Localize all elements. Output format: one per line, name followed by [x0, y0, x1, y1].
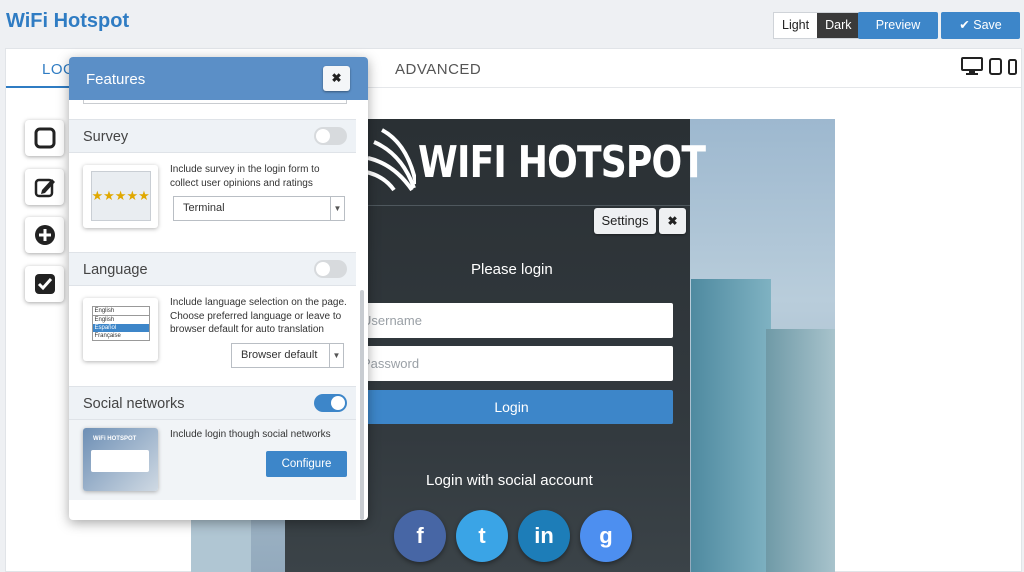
- building-image: [766, 329, 835, 572]
- add-icon: [34, 225, 55, 245]
- facebook-icon[interactable]: f: [394, 510, 446, 562]
- preview-button[interactable]: Preview: [858, 12, 938, 39]
- checkbox-icon: [34, 274, 55, 294]
- language-thumbnail: English English Español Française: [83, 298, 158, 361]
- settings-button[interactable]: Settings: [594, 208, 656, 234]
- save-label: Save: [973, 18, 1002, 32]
- survey-title: Survey: [83, 129, 129, 145]
- survey-select[interactable]: Terminal ▼: [173, 196, 345, 221]
- survey-toggle[interactable]: [314, 127, 347, 145]
- twitter-icon[interactable]: t: [456, 510, 508, 562]
- close-icon[interactable]: ✖: [323, 66, 350, 91]
- logo-divider: [365, 205, 690, 206]
- social-section-header: Social networks: [69, 386, 356, 420]
- building-image: [691, 279, 771, 572]
- social-toggle[interactable]: [314, 394, 347, 412]
- please-login-heading: Please login: [471, 261, 553, 278]
- language-section-header: Language: [69, 252, 356, 286]
- linkedin-icon[interactable]: in: [518, 510, 570, 562]
- close-icon[interactable]: ✖: [659, 208, 686, 234]
- chevron-down-icon: ▼: [330, 197, 344, 220]
- save-button[interactable]: ✔ Save: [941, 12, 1020, 39]
- social-thumbnail: WiFi HOTSPOT: [83, 428, 158, 491]
- features-panel: Features ✖ Survey ★★★★★ Include survey i…: [69, 57, 368, 520]
- tool-square-button[interactable]: [25, 120, 64, 156]
- chevron-down-icon: ▼: [329, 344, 343, 367]
- device-switcher: [961, 57, 1017, 75]
- tab-advanced[interactable]: ADVANCED: [395, 61, 481, 78]
- previous-select-stub: [83, 100, 347, 104]
- survey-thumbnail: ★★★★★: [83, 165, 158, 228]
- social-login-heading: Login with social account: [426, 472, 593, 489]
- theme-light-option[interactable]: Light: [774, 13, 818, 38]
- wifi-logo-text: WIFI HOTSPOT: [418, 137, 706, 188]
- tool-add-button[interactable]: [25, 217, 64, 253]
- top-bar: WiFi Hotspot Light Dark Preview ✔ Save: [0, 0, 1024, 46]
- tool-edit-button[interactable]: [25, 169, 64, 205]
- theme-dark-option[interactable]: Dark: [817, 13, 860, 38]
- wifi-logo-icon: [365, 128, 416, 192]
- survey-description: Include survey in the login form to coll…: [170, 164, 320, 189]
- features-scrollbar[interactable]: [360, 290, 364, 520]
- app-title: WiFi Hotspot: [6, 10, 130, 32]
- username-input[interactable]: Username: [350, 303, 673, 338]
- social-title: Social networks: [83, 396, 185, 412]
- configure-button[interactable]: Configure: [266, 451, 347, 477]
- language-description: Include language selection on the page. …: [170, 297, 347, 335]
- password-input[interactable]: Password: [350, 346, 673, 381]
- google-icon[interactable]: g: [580, 510, 632, 562]
- features-header: Features ✖: [69, 57, 368, 100]
- active-tab-indicator: [6, 86, 72, 88]
- check-icon: ✔: [959, 18, 970, 32]
- edit-icon: [34, 178, 55, 198]
- square-icon: [34, 127, 55, 149]
- tablet-icon[interactable]: [989, 58, 1002, 75]
- phone-icon[interactable]: [1008, 59, 1017, 75]
- language-toggle[interactable]: [314, 260, 347, 278]
- survey-section-header: Survey: [69, 119, 356, 153]
- features-title: Features: [86, 71, 146, 88]
- tool-checkbox-button[interactable]: [25, 266, 64, 302]
- login-button[interactable]: Login: [350, 390, 673, 424]
- theme-toggle[interactable]: Light Dark: [773, 12, 861, 39]
- language-title: Language: [83, 262, 148, 278]
- language-select[interactable]: Browser default ▼: [231, 343, 344, 368]
- social-description: Include login though social networks: [170, 429, 331, 440]
- desktop-icon[interactable]: [961, 57, 983, 75]
